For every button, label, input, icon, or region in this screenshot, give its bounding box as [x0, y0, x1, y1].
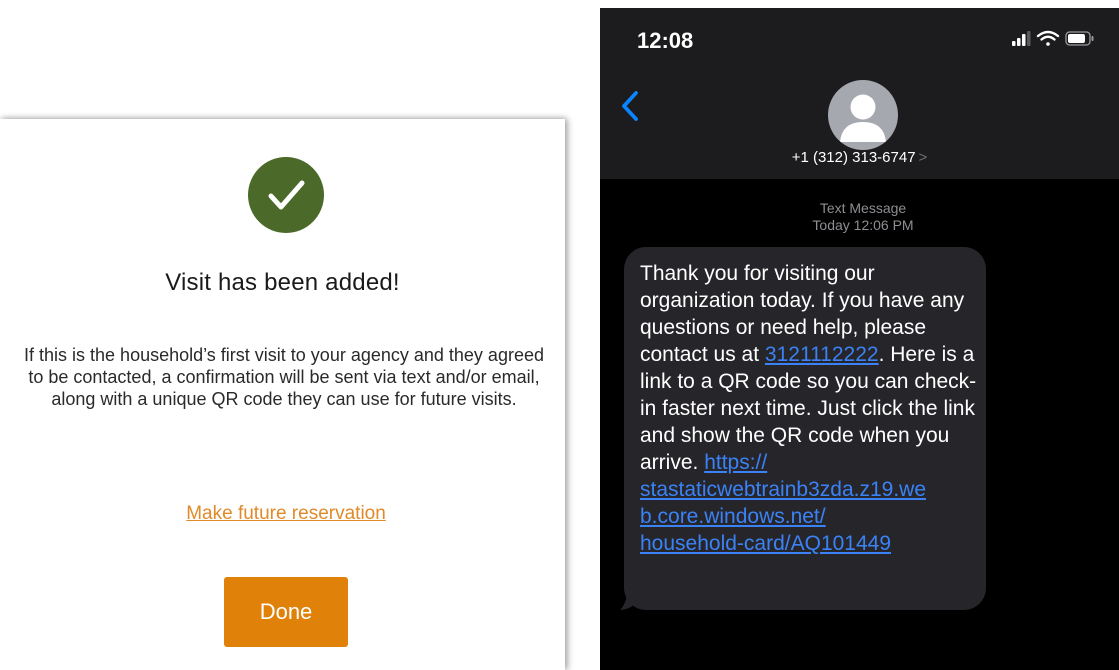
done-button[interactable]: Done [224, 577, 348, 647]
sms-phone-link[interactable]: 3121112222 [765, 343, 879, 366]
messages-header: 12:08 +1 (312) 313-6747 > [600, 8, 1119, 179]
sms-text: Thank you for visiting our organization … [640, 260, 980, 557]
message-timestamp: Text Message Today 12:06 PM [600, 200, 1119, 234]
contact-number[interactable]: +1 (312) 313-6747 > [600, 149, 1119, 166]
cellular-signal-icon [1012, 31, 1031, 46]
sms-url-line4: household-card/AQ101449 [640, 532, 892, 555]
make-future-reservation-link[interactable]: Make future reservation [0, 503, 572, 525]
wifi-icon [1036, 30, 1060, 46]
status-icons [1012, 29, 1104, 54]
modal-title: Visit has been added! [165, 269, 400, 296]
message-time-label: Today 12:06 PM [812, 217, 914, 233]
sms-url-line2: stastaticwebtrainb3zda.z19.we [640, 478, 926, 501]
phone-screen: 12:08 +1 (312) 313-6747 > Text Message T… [600, 8, 1119, 670]
sms-url-line3: b.core.windows.net/ [640, 505, 826, 528]
contact-avatar-icon[interactable] [828, 80, 898, 150]
back-chevron-icon[interactable] [620, 90, 640, 127]
contact-chevron-icon: > [918, 149, 928, 166]
sms-bubble: Thank you for visiting our organization … [624, 247, 986, 610]
check-circle-icon [248, 157, 324, 233]
modal-message: If this is the household’s first visit t… [24, 345, 544, 409]
sms-url-line1: https:// [704, 451, 768, 474]
battery-icon [1065, 31, 1094, 46]
contact-number-text: +1 (312) 313-6747 [791, 149, 916, 166]
visit-added-modal: Visit has been added! If this is the hou… [0, 119, 565, 670]
status-time: 12:08 [637, 28, 694, 53]
message-type-label: Text Message [819, 200, 907, 216]
